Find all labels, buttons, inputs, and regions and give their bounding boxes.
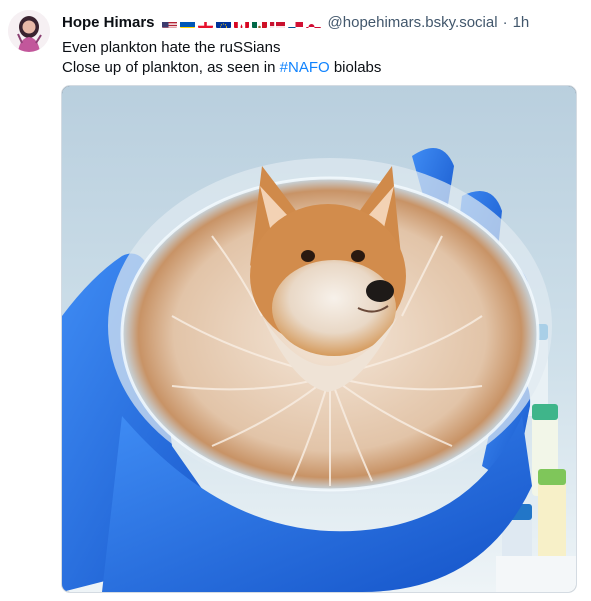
post-image[interactable] [62, 86, 576, 592]
eu-flag-icon [215, 18, 231, 28]
ge-flag-icon [197, 18, 213, 28]
separator-dot: · [502, 14, 508, 31]
mx-flag-icon [251, 18, 267, 28]
post-text-line-1: Even plankton hate the ruSSians [62, 39, 281, 56]
shiba-petri-dish-image [62, 86, 576, 592]
post-text-line-2: Close up of plankton, as seen in #NAFO b… [62, 58, 581, 78]
us-flag-icon [161, 18, 177, 28]
avatar[interactable] [8, 10, 50, 52]
author-handle[interactable]: @hopehimars.bsky.social [328, 13, 498, 33]
pa-flag-icon [287, 18, 303, 28]
dk-flag-icon [269, 18, 285, 28]
post-text-prefix: Close up of plankton, as seen in [62, 59, 276, 76]
author-name[interactable]: Hope Himars [62, 13, 155, 33]
post-card[interactable]: Hope Himars @hopehimars.bsky.social · 1h… [0, 0, 591, 601]
gl-flag-icon [305, 18, 321, 28]
avatar-image [8, 10, 50, 52]
hashtag-link[interactable]: #NAFO [280, 59, 330, 76]
post-text: Even plankton hate the ruSSians Close up… [62, 38, 581, 78]
flag-emoji-list [161, 18, 321, 28]
post-header: Hope Himars @hopehimars.bsky.social · 1h [62, 13, 581, 33]
ca-flag-icon [233, 18, 249, 28]
ua-flag-icon [179, 18, 195, 28]
post-text-suffix: biolabs [333, 59, 382, 76]
post-timestamp[interactable]: 1h [513, 13, 530, 33]
